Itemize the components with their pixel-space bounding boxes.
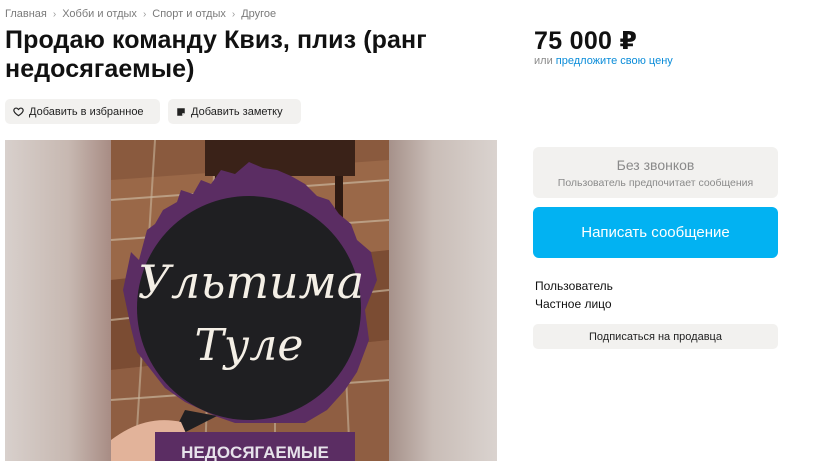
subscribe-seller-button[interactable]: Подписаться на продавца bbox=[533, 324, 778, 349]
no-calls-notice: Без звонков Пользователь предпочитает со… bbox=[533, 147, 778, 198]
add-note-button[interactable]: Добавить заметку bbox=[168, 99, 301, 124]
breadcrumb-separator-icon: › bbox=[52, 8, 57, 20]
no-calls-subtitle: Пользователь предпочитает сообщения bbox=[557, 177, 754, 189]
breadcrumb-separator-icon: › bbox=[142, 8, 147, 20]
add-to-favorites-label: Добавить в избранное bbox=[29, 105, 144, 118]
breadcrumb: Главная › Хобби и отдых › Спорт и отдых … bbox=[5, 8, 276, 20]
add-note-label: Добавить заметку bbox=[191, 105, 283, 118]
breadcrumb-item-sport[interactable]: Спорт и отдых bbox=[152, 8, 226, 20]
price-offer-link[interactable]: предложите свою цену bbox=[556, 55, 673, 67]
no-calls-title: Без звонков bbox=[616, 157, 695, 173]
price-or-text: или bbox=[534, 55, 553, 67]
seller-name[interactable]: Пользователь bbox=[535, 279, 613, 293]
add-to-favorites-button[interactable]: Добавить в избранное bbox=[5, 99, 160, 124]
page-title: Продаю команду Квиз, плиз (ранг недосяга… bbox=[5, 26, 427, 83]
breadcrumb-separator-icon: › bbox=[231, 8, 236, 20]
price: 75 000 ₽ bbox=[534, 27, 638, 55]
sign-text-line2: Туле bbox=[195, 320, 304, 371]
sign-text-line1: Ультима bbox=[138, 255, 364, 309]
note-icon bbox=[177, 107, 185, 116]
price-offer-line: или предложите свою цену bbox=[534, 55, 673, 67]
breadcrumb-item-home[interactable]: Главная bbox=[5, 8, 47, 20]
breadcrumb-item-hobby[interactable]: Хобби и отдых bbox=[62, 8, 137, 20]
breadcrumb-item-other[interactable]: Другое bbox=[241, 8, 276, 20]
trophy-photo: НЕДОСЯГАЕМЫЕ Ультима Туле bbox=[110, 140, 390, 461]
seller-type: Частное лицо bbox=[535, 297, 612, 311]
heart-icon bbox=[13, 107, 24, 117]
trophy-plaque-text: НЕДОСЯГАЕМЫЕ bbox=[181, 443, 329, 461]
write-message-button[interactable]: Написать сообщение bbox=[533, 207, 778, 258]
listing-photo[interactable]: НЕДОСЯГАЕМЫЕ Ультима Туле bbox=[5, 140, 497, 461]
